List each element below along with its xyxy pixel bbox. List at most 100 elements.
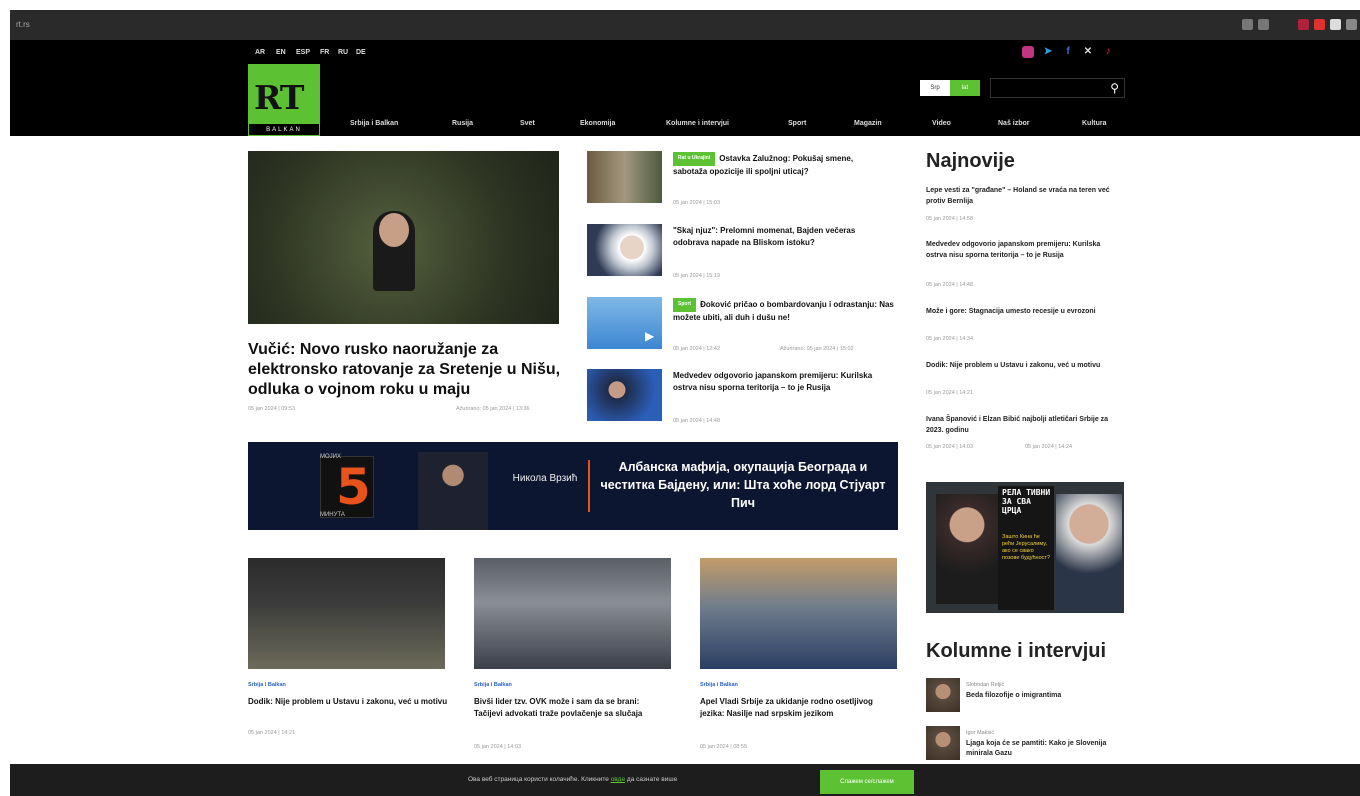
- article-badge[interactable]: Sport: [673, 298, 697, 312]
- column-item[interactable]: Igor Maksić Ljaga koja će se pamtiti: Ka…: [926, 726, 1126, 764]
- lang-ru[interactable]: RU: [338, 49, 348, 56]
- card-image[interactable]: [474, 558, 671, 669]
- logo-subtitle: BALKAN: [248, 123, 320, 136]
- banner-number: 5: [336, 458, 371, 516]
- card-title[interactable]: Bivši lider tzv. OVK može i sam da se br…: [474, 696, 669, 720]
- card-date: 05 jan 2024 | 08:55: [700, 744, 747, 750]
- banner-post: МИНУТА: [320, 512, 345, 518]
- search-input[interactable]: ⚲: [990, 78, 1125, 98]
- latest-item-date: 05 jan 2024 | 14:03: [926, 444, 973, 450]
- nav-kultura[interactable]: Kultura: [1082, 120, 1107, 127]
- banner-divider: [588, 460, 590, 512]
- nav-nas-izbor[interactable]: Naš izbor: [998, 120, 1030, 127]
- article-badge[interactable]: Rat u Ukrajini: [673, 152, 716, 166]
- promo-ad[interactable]: РЕЛА ТИВНИ ЗА СВА ЦРЦА Зашто Кина ће рећ…: [926, 482, 1124, 613]
- hero-date: 05 jan 2024 | 09:53: [248, 406, 295, 412]
- lang-de[interactable]: DE: [356, 49, 366, 56]
- article-title-text[interactable]: Đoković pričao o bombardovanju i odrasta…: [673, 300, 894, 322]
- cookie-accept-button[interactable]: Слажем се/слажем: [820, 770, 914, 794]
- article-date: 05 jan 2024 | 15:19: [673, 273, 720, 279]
- nav-ekonomija[interactable]: Ekonomija: [580, 120, 615, 127]
- card-date: 05 jan 2024 | 14:03: [474, 744, 521, 750]
- cookie-bar: Ова веб страница користи колачиће. Кликн…: [10, 764, 1360, 796]
- card-date: 05 jan 2024 | 14:21: [248, 730, 295, 736]
- video-thumb[interactable]: ▶: [587, 297, 662, 349]
- latest-item-title[interactable]: Dodik: Nije problem u Ustavu i zakonu, v…: [926, 361, 1121, 372]
- article-title[interactable]: Medvedev odgovorio japanskom premijeru: …: [673, 370, 878, 393]
- nav-magazin[interactable]: Magazin: [854, 120, 882, 127]
- article-date: 05 jan 2024 | 12:42: [673, 346, 720, 352]
- logo-text: RT: [254, 78, 304, 117]
- lang-fr[interactable]: FR: [320, 49, 329, 56]
- article-date: 05 jan 2024 | 15:03: [673, 200, 720, 206]
- hero-title[interactable]: Vučić: Novo rusko naoružanje za elektron…: [248, 340, 568, 400]
- lang-ar[interactable]: AR: [255, 49, 265, 56]
- column-author[interactable]: Slobodan Reljić: [966, 682, 1004, 688]
- column-item[interactable]: Slobodan Reljić Beda filozofije o imigra…: [926, 678, 1126, 716]
- latest-item-date: 05 jan 2024 | 14:48: [926, 282, 973, 288]
- telegram-icon[interactable]: ➤: [1042, 46, 1054, 58]
- nav-video[interactable]: Video: [932, 120, 951, 127]
- article-thumb[interactable]: [587, 151, 662, 203]
- article-title[interactable]: Rat u Ukrajini Ostavka Zalužnog: Pokušaj …: [673, 152, 873, 177]
- article-title[interactable]: "Skaj njuz": Prelomni momenat, Bajden ve…: [673, 225, 873, 248]
- extension-icon[interactable]: [1298, 19, 1309, 30]
- cyrillic-option[interactable]: Srp: [920, 80, 950, 96]
- extension-icon[interactable]: [1330, 19, 1341, 30]
- banner-text: Албанска мафија, окупација Београда и че…: [600, 460, 886, 510]
- lang-esp[interactable]: ESP: [296, 49, 310, 56]
- star-icon[interactable]: [1258, 19, 1269, 30]
- promo-banner[interactable]: МОЈИХ 5 МИНУТА Никола Врзић Албанска маф…: [248, 442, 898, 530]
- play-icon[interactable]: ▶: [645, 329, 654, 343]
- column-author[interactable]: Igor Maksić: [966, 730, 994, 736]
- site-header: AR EN ESP FR RU DE ➤ f ✕ ♪ RT BALKAN Srp…: [10, 40, 1360, 136]
- nav-kolumne-i-intervjui[interactable]: Kolumne i intervjui: [666, 120, 729, 127]
- card-category[interactable]: Srbija i Balkan: [700, 682, 738, 688]
- nav-sport[interactable]: Sport: [788, 120, 806, 127]
- columns-heading: Kolumne i intervjui: [926, 640, 1107, 662]
- tiktok-icon[interactable]: ♪: [1102, 46, 1114, 58]
- search-icon[interactable]: ⚲: [1110, 81, 1119, 95]
- cookie-link[interactable]: овде: [611, 776, 625, 783]
- instagram-icon[interactable]: [1022, 46, 1034, 58]
- column-title[interactable]: Beda filozofije o imigrantima: [966, 691, 1126, 701]
- article-date: 05 jan 2024 | 14:48: [673, 418, 720, 424]
- card-title[interactable]: Dodik: Nije problem u Ustavu i zakonu, v…: [248, 696, 448, 708]
- card-image[interactable]: [248, 558, 445, 669]
- latin-option[interactable]: lat: [950, 80, 980, 96]
- latest-item-updated: 05 jan 2024 | 14:24: [1025, 444, 1072, 450]
- latest-item-title[interactable]: Može i gore: Stagnacija umesto recesije …: [926, 307, 1121, 318]
- script-toggle[interactable]: Srp lat: [920, 80, 980, 96]
- cookie-message: Ова веб страница користи колачиће. Кликн…: [468, 776, 677, 783]
- card-category[interactable]: Srbija i Balkan: [474, 682, 512, 688]
- hero-image[interactable]: [248, 151, 559, 324]
- latest-item-date: 05 jan 2024 | 14:21: [926, 390, 973, 396]
- latest-item-title[interactable]: Medvedev odgovorio japanskom premijeru: …: [926, 240, 1121, 261]
- article-thumb[interactable]: [587, 369, 662, 421]
- address-bar[interactable]: rt.rs: [16, 20, 30, 29]
- x-icon[interactable]: ✕: [1082, 46, 1094, 58]
- article-title[interactable]: Sport Đoković pričao o bombardovanju i od…: [673, 298, 898, 323]
- card-title[interactable]: Apel Vladi Srbije za ukidanje rodno oset…: [700, 696, 895, 720]
- ad-person-left: [936, 494, 998, 604]
- nav-srbija-i-balkan[interactable]: Srbija i Balkan: [350, 120, 398, 127]
- nav-svet[interactable]: Svet: [520, 120, 535, 127]
- card-category[interactable]: Srbija i Balkan: [248, 682, 286, 688]
- latest-item-title[interactable]: Ivana Španović i Elzan Bibić najbolji at…: [926, 415, 1121, 436]
- site-logo[interactable]: RT BALKAN: [248, 64, 320, 136]
- cookie-text: Ова веб страница користи колачиће. Кликн…: [468, 776, 611, 783]
- article-thumb[interactable]: [587, 224, 662, 276]
- ad-subtitle: Зашто Кина ће рећи Јерусалиму, ако се св…: [1002, 534, 1050, 561]
- menu-icon[interactable]: [1346, 19, 1357, 30]
- ad-title: РЕЛА ТИВНИ ЗА СВА ЦРЦА: [1002, 488, 1051, 515]
- nav-rusija[interactable]: Rusija: [452, 120, 473, 127]
- extension-icon[interactable]: [1314, 19, 1325, 30]
- latest-item-date: 05 jan 2024 | 14:58: [926, 216, 973, 222]
- extension-icon[interactable]: [1242, 19, 1253, 30]
- facebook-icon[interactable]: f: [1062, 46, 1074, 58]
- latest-item-title[interactable]: Lepe vesti za "građane" – Holand se vrać…: [926, 186, 1121, 207]
- lang-en[interactable]: EN: [276, 49, 286, 56]
- card-image[interactable]: [700, 558, 897, 669]
- browser-toolbar: rt.rs: [10, 10, 1360, 40]
- column-title[interactable]: Ljaga koja će se pamtiti: Kako je Sloven…: [966, 739, 1126, 759]
